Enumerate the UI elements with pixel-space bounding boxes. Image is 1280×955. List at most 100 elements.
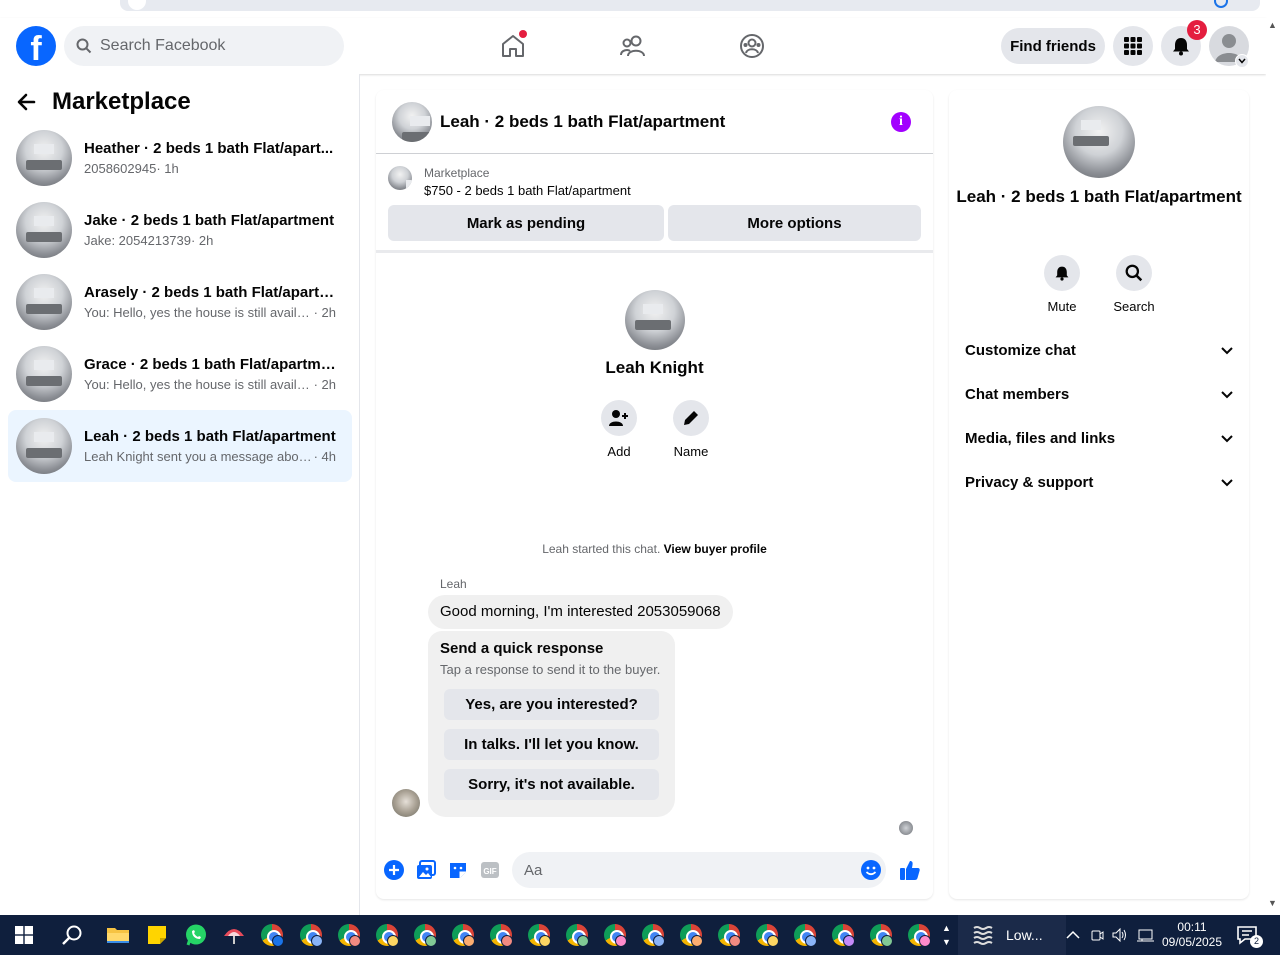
conversation-snippet: Jake: 2054213739 — [84, 233, 191, 248]
quick-response-option[interactable]: Yes, are you interested? — [444, 689, 659, 720]
windows-taskbar: ▲ ▼ Low... 00:11 09/05/2025 2 — [0, 915, 1280, 955]
chrome-profile-button[interactable] — [867, 921, 895, 949]
start-button[interactable] — [10, 921, 38, 949]
conversation-item[interactable]: Grace · 2 beds 1 bath Flat/apartment You… — [8, 338, 352, 410]
info-icon[interactable]: i — [891, 112, 911, 132]
file-explorer-button[interactable] — [104, 921, 132, 949]
quick-response-option[interactable]: In talks. I'll let you know. — [444, 729, 659, 760]
sender-avatar[interactable] — [392, 789, 420, 817]
contact-avatar[interactable] — [624, 290, 685, 350]
conversation-item[interactable]: Arasely · 2 beds 1 bath Flat/apartm... Y… — [8, 266, 352, 338]
sticker-button[interactable] — [447, 859, 469, 881]
clock[interactable]: 00:11 09/05/2025 — [1160, 915, 1224, 955]
chat-listing-thumbnail[interactable] — [392, 101, 432, 142]
notifications-button[interactable]: 3 — [1161, 20, 1207, 66]
search-action[interactable]: Search — [1104, 255, 1164, 314]
app-button[interactable] — [220, 921, 248, 949]
page-scrollbar[interactable] — [1266, 18, 1280, 915]
section-label: Chat members — [965, 386, 1070, 403]
meet-now-icon[interactable] — [1090, 915, 1104, 955]
taskbar-scroll-arrows[interactable]: ▲ ▼ — [942, 915, 951, 955]
emoji-button[interactable] — [860, 859, 882, 881]
search-box[interactable] — [64, 26, 344, 66]
profile-badge-icon — [387, 935, 399, 947]
chrome-profile-button[interactable] — [715, 921, 743, 949]
view-buyer-profile-link[interactable]: View buyer profile — [664, 542, 767, 556]
chat-members-section[interactable]: Chat members — [965, 386, 1233, 403]
media-files-links-section[interactable]: Media, files and links — [965, 430, 1233, 447]
mark-as-pending-button[interactable]: Mark as pending — [388, 205, 664, 241]
conversation-item[interactable]: Jake · 2 beds 1 bath Flat/apartment Jake… — [8, 194, 352, 266]
conversation-item[interactable]: Heather · 2 beds 1 bath Flat/apart... 20… — [8, 122, 352, 194]
marketplace-label: Marketplace — [424, 166, 490, 180]
friends-icon — [620, 35, 645, 57]
scroll-down-arrow-icon[interactable]: ▼ — [1268, 898, 1277, 908]
search-input[interactable] — [100, 37, 320, 55]
chrome-profile-button[interactable] — [563, 921, 591, 949]
name-action[interactable]: Name — [661, 400, 721, 459]
section-label: Customize chat — [965, 342, 1076, 359]
tray-chevron-icon[interactable] — [1066, 915, 1080, 955]
profile-badge-icon — [767, 935, 779, 947]
menu-button[interactable] — [1113, 26, 1153, 66]
find-friends-button[interactable]: Find friends — [1001, 28, 1105, 64]
message-input[interactable] — [512, 852, 886, 888]
network-icon[interactable] — [1136, 915, 1154, 955]
add-action[interactable]: Add — [589, 400, 649, 459]
chrome-profile-button[interactable] — [791, 921, 819, 949]
chrome-profile-button[interactable] — [297, 921, 325, 949]
volume-icon[interactable] — [1112, 915, 1128, 955]
scroll-up-arrow-icon[interactable]: ▲ — [1268, 20, 1277, 30]
chrome-profile-button[interactable] — [449, 921, 477, 949]
chrome-profile-button[interactable] — [373, 921, 401, 949]
whatsapp-button[interactable] — [182, 921, 210, 949]
chrome-profile-button[interactable] — [487, 921, 515, 949]
privacy-support-section[interactable]: Privacy & support — [965, 474, 1233, 491]
chevron-up-icon[interactable]: ▲ — [942, 921, 951, 935]
chat-title[interactable]: Leah · 2 beds 1 bath Flat/apartment — [440, 112, 725, 132]
weather-widget[interactable]: Low... — [958, 915, 1066, 955]
more-actions-button[interactable] — [383, 859, 405, 881]
quick-response-option[interactable]: Sorry, it's not available. — [444, 769, 659, 800]
chrome-profile-button[interactable] — [639, 921, 667, 949]
search-in-chat-button[interactable] — [1116, 255, 1152, 291]
groups-nav[interactable] — [732, 28, 772, 64]
listing-summary[interactable]: Marketplace $750 - 2 beds 1 bath Flat/ap… — [388, 166, 631, 198]
conversation-time: · 4h — [313, 449, 336, 464]
chrome-profile-button[interactable] — [829, 921, 857, 949]
listing-thumbnail — [16, 346, 72, 402]
customize-chat-section[interactable]: Customize chat — [965, 342, 1233, 359]
sticky-notes-button[interactable] — [143, 921, 171, 949]
taskbar-search-button[interactable] — [58, 921, 86, 949]
edit-name-button[interactable] — [673, 400, 709, 436]
chrome-profile-button[interactable] — [258, 921, 286, 949]
account-chevron-icon[interactable] — [1235, 54, 1249, 68]
details-listing-thumbnail[interactable] — [1063, 106, 1135, 178]
chrome-profile-button[interactable] — [601, 921, 629, 949]
chevron-down-icon[interactable]: ▼ — [942, 935, 951, 949]
more-options-button[interactable]: More options — [668, 205, 921, 241]
friends-nav[interactable] — [613, 28, 653, 64]
mute-action[interactable]: Mute — [1032, 255, 1092, 314]
grid-menu-icon — [1124, 37, 1142, 55]
chrome-profile-button[interactable] — [411, 921, 439, 949]
home-nav[interactable] — [493, 28, 533, 64]
attach-photo-button[interactable] — [415, 859, 437, 881]
chrome-profile-button[interactable] — [905, 921, 933, 949]
address-bar[interactable] — [120, 0, 1260, 11]
conversation-item-active[interactable]: Leah · 2 beds 1 bath Flat/apartment Leah… — [8, 410, 352, 482]
chrome-profile-button[interactable] — [677, 921, 705, 949]
mute-button[interactable] — [1044, 255, 1080, 291]
add-person-button[interactable] — [601, 400, 637, 436]
plus-circle-icon — [384, 860, 404, 880]
notification-center-button[interactable]: 2 — [1236, 915, 1263, 955]
gif-button[interactable]: GIF — [479, 859, 501, 881]
like-button[interactable] — [899, 859, 921, 881]
back-arrow-icon[interactable] — [16, 92, 36, 112]
chrome-profile-button[interactable] — [753, 921, 781, 949]
chrome-profile-button[interactable] — [335, 921, 363, 949]
facebook-logo-icon[interactable]: f — [16, 26, 56, 66]
chat-details-panel: Leah · 2 beds 1 bath Flat/apartment Mute… — [949, 90, 1249, 899]
profile-badge-icon — [349, 935, 361, 947]
chrome-profile-button[interactable] — [525, 921, 553, 949]
